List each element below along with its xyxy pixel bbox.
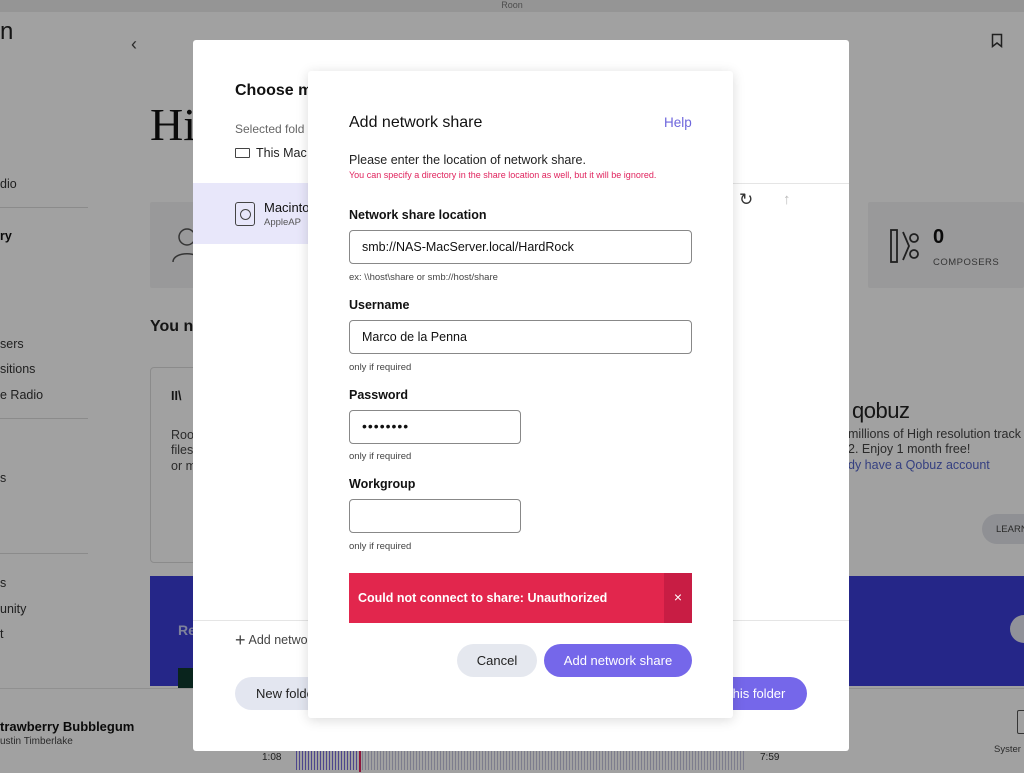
intro-text: Please enter the location of network sha… [349,153,586,167]
share-location-input[interactable]: smb://NAS-MacServer.local/HardRock [349,230,692,264]
close-error-icon[interactable]: × [664,573,692,623]
up-arrow-icon[interactable]: ↑ [783,191,791,208]
error-banner: Could not connect to share: Unauthorized… [349,573,692,623]
plus-icon: + [235,630,246,650]
drive-name: Macinto [264,200,310,215]
refresh-icon[interactable]: ↻ [739,190,753,210]
workgroup-input[interactable] [349,499,521,533]
cancel-button[interactable]: Cancel [457,644,537,677]
location-breadcrumb[interactable]: This Mac [235,146,307,160]
hard-drive-icon [235,202,255,226]
password-hint: only if required [349,451,412,462]
workgroup-label: Workgroup [349,477,416,491]
username-input[interactable]: Marco de la Penna [349,320,692,354]
add-network-share-dialog: Add network share Help Please enter the … [308,71,733,718]
dialog-title: Add network share [349,114,483,131]
directory-note: You can specify a directory in the share… [349,170,657,180]
laptop-icon [235,148,250,158]
add-network-share-button[interactable]: Add network share [544,644,692,677]
password-label: Password [349,388,409,402]
error-message: Could not connect to share: Unauthorized [358,591,608,605]
password-input[interactable]: •••••••• [349,410,521,444]
selected-folder-label: Selected fold [235,122,305,136]
workgroup-hint: only if required [349,541,412,552]
share-location-hint: ex: \\host\share or smb://host/share [349,272,498,283]
help-link[interactable]: Help [664,115,692,130]
drive-subtitle: AppleAP [264,217,301,228]
add-network-share-link[interactable]: + Add netwo [235,630,308,651]
share-location-label: Network share location [349,208,487,222]
username-label: Username [349,298,410,312]
username-hint: only if required [349,362,412,373]
add-network-label: Add netwo [248,633,308,647]
location-label: This Mac [256,146,307,160]
